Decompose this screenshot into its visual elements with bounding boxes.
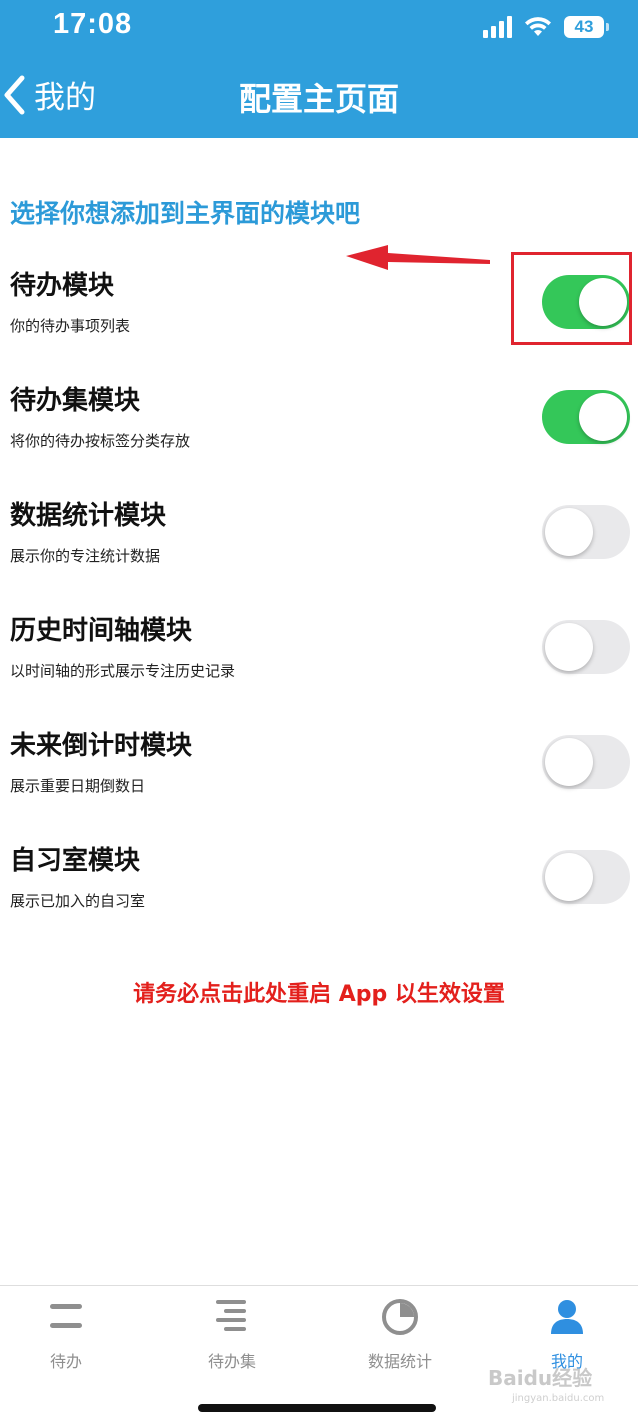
person-icon <box>551 1300 583 1334</box>
module-title: 待办集模块 <box>10 386 141 416</box>
module-toggle-todo-set[interactable] <box>542 390 630 444</box>
status-time: 17:08 <box>53 8 133 40</box>
todo-lines-icon <box>50 1304 82 1328</box>
status-icons: 43 <box>483 12 609 42</box>
toggle-knob <box>545 508 593 556</box>
annotation-highlight-box <box>511 252 632 345</box>
section-subtitle: 选择你想添加到主界面的模块吧 <box>10 199 361 228</box>
module-row-study-room: 自习室模块 展示已加入的自习室 <box>0 840 638 940</box>
watermark-url: jingyan.baidu.com <box>512 1393 605 1404</box>
module-row-timeline: 历史时间轴模块 以时间轴的形式展示专注历史记录 <box>0 610 638 710</box>
module-description: 展示你的专注统计数据 <box>10 547 161 565</box>
wifi-icon <box>525 17 551 36</box>
tab-statistics[interactable]: 数据统计 <box>320 1286 480 1376</box>
module-toggle-timeline[interactable] <box>542 620 630 674</box>
module-toggle-countdown[interactable] <box>542 735 630 789</box>
module-title: 未来倒计时模块 <box>10 731 193 761</box>
battery-icon: 43 <box>564 16 609 38</box>
module-title: 待办模块 <box>10 271 115 301</box>
nav-header: 17:08 43 我的 配置主页面 <box>0 0 638 138</box>
cellular-signal-icon <box>483 16 512 38</box>
toggle-knob <box>545 623 593 671</box>
module-title: 历史时间轴模块 <box>10 616 193 646</box>
toggle-knob <box>579 393 627 441</box>
module-row-todo-set: 待办集模块 将你的待办按标签分类存放 <box>0 380 638 480</box>
module-description: 以时间轴的形式展示专注历史记录 <box>10 662 236 680</box>
battery-level: 43 <box>574 17 594 36</box>
page-title: 配置主页面 <box>238 80 399 118</box>
toggle-knob <box>545 853 593 901</box>
module-title: 数据统计模块 <box>10 501 167 531</box>
module-description: 展示重要日期倒数日 <box>10 777 146 795</box>
tab-todo[interactable]: 待办 <box>0 1286 146 1376</box>
module-description: 将你的待办按标签分类存放 <box>10 432 191 450</box>
tab-label: 待办 <box>49 1352 82 1371</box>
restart-app-link[interactable]: 请务必点击此处重启 App 以生效设置 <box>0 976 638 1008</box>
home-indicator <box>198 1404 436 1412</box>
tab-todo-set[interactable]: 待办集 <box>152 1286 312 1376</box>
module-toggle-study-room[interactable] <box>542 850 630 904</box>
toggle-knob <box>545 738 593 786</box>
module-row-statistics: 数据统计模块 展示你的专注统计数据 <box>0 495 638 595</box>
pie-chart-icon <box>382 1299 418 1335</box>
module-description: 展示已加入的自习室 <box>10 892 146 910</box>
tab-label: 待办集 <box>207 1352 256 1371</box>
todo-set-icon <box>216 1300 246 1331</box>
tab-label: 数据统计 <box>367 1352 432 1371</box>
watermark: Baidu经验 <box>488 1366 593 1390</box>
module-title: 自习室模块 <box>10 846 141 876</box>
module-description: 你的待办事项列表 <box>10 317 131 335</box>
module-row-countdown: 未来倒计时模块 展示重要日期倒数日 <box>0 725 638 825</box>
module-toggle-statistics[interactable] <box>542 505 630 559</box>
